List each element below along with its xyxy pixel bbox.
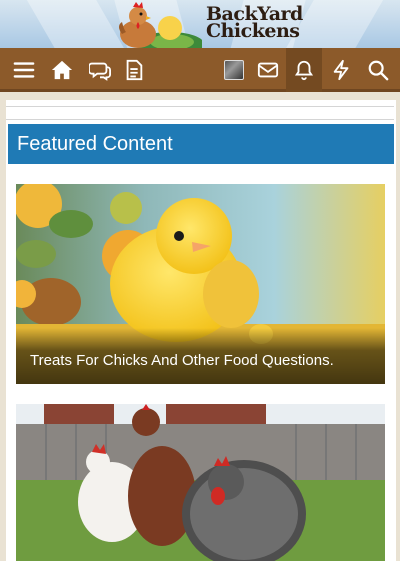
avatar[interactable] xyxy=(216,48,252,92)
featured-card[interactable] xyxy=(16,404,385,561)
main-navbar xyxy=(0,48,400,92)
logo-chicken-icon xyxy=(119,2,202,48)
notice-bar xyxy=(6,106,394,120)
card-caption[interactable]: Treats For Chicks And Other Food Questio… xyxy=(16,328,385,384)
logo-line-2: Chickens xyxy=(206,20,300,42)
search-icon[interactable] xyxy=(360,48,396,92)
home-icon[interactable] xyxy=(44,48,80,92)
logo-text: BackYard Chickens xyxy=(206,5,303,42)
chat-icon[interactable] xyxy=(82,48,118,92)
featured-card[interactable]: Treats For Chicks And Other Food Questio… xyxy=(16,184,385,384)
section-title: Featured Content xyxy=(8,124,394,164)
bolt-icon[interactable] xyxy=(324,48,360,92)
hens-image xyxy=(16,404,385,561)
site-banner: BackYard Chickens xyxy=(0,0,400,48)
document-icon[interactable] xyxy=(116,48,152,92)
mail-icon[interactable] xyxy=(250,48,286,92)
bell-icon[interactable] xyxy=(286,48,322,92)
site-logo[interactable]: BackYard Chickens xyxy=(106,0,303,48)
menu-icon[interactable] xyxy=(6,48,42,92)
